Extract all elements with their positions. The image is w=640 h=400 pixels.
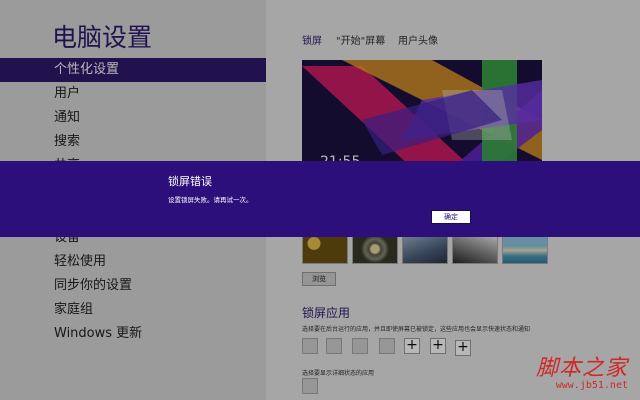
watermark: 脚本之家 www.jb51.net xyxy=(536,350,628,391)
dialog-message: 设置锁屏失败。请再试一次。 xyxy=(168,196,253,204)
lock-screen-error-dialog: 锁屏错误 设置锁屏失败。请再试一次。 确定 xyxy=(0,161,640,237)
dialog-title: 锁屏错误 xyxy=(168,175,212,188)
watermark-logo: 脚本之家 xyxy=(535,356,628,381)
ok-button[interactable]: 确定 xyxy=(431,210,471,224)
